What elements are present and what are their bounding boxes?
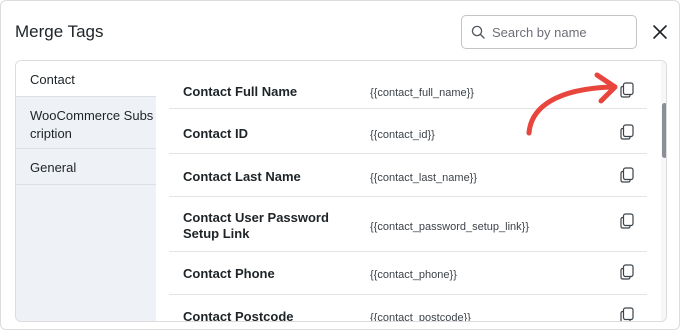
annotation-arrow-icon <box>526 72 618 136</box>
modal-title: Merge Tags <box>15 22 104 41</box>
search-box[interactable] <box>461 15 637 49</box>
merge-tags-modal: Merge Tags Contact WooCommerce Subscript… <box>0 0 680 330</box>
category-sidebar: Contact WooCommerce Subscription General <box>16 61 156 321</box>
scrollbar-thumb[interactable] <box>662 103 666 158</box>
tag-row: Contact User Password Setup Link {{conta… <box>169 197 647 252</box>
sidebar-item-label: WooCommerce Subscription <box>30 108 154 141</box>
tag-row: Contact Last Name {{contact_last_name}} <box>169 154 647 197</box>
sidebar-item-contact[interactable]: Contact <box>16 61 156 97</box>
tag-code: {{contact_full_name}} <box>370 87 474 99</box>
search-icon <box>471 25 485 39</box>
tag-name: Contact Postcode <box>183 309 294 321</box>
sidebar-item-general[interactable]: General <box>16 149 156 185</box>
tag-code: {{contact_last_name}} <box>370 172 478 184</box>
tag-name: Contact Last Name <box>183 169 301 184</box>
copy-icon[interactable] <box>620 213 634 229</box>
tag-code: {{contact_id}} <box>370 129 435 141</box>
search-input[interactable] <box>492 24 632 40</box>
copy-icon[interactable] <box>620 264 634 280</box>
tag-code: {{contact_postcode}} <box>370 312 471 321</box>
tag-name: Contact ID <box>183 126 248 141</box>
sidebar-item-woocommerce-subscription[interactable]: WooCommerce Subscription <box>16 97 156 149</box>
tag-name: Contact User Password Setup Link <box>183 210 329 241</box>
copy-icon[interactable] <box>620 167 634 183</box>
tag-name: Contact Phone <box>183 266 275 281</box>
tag-code: {{contact_password_setup_link}} <box>370 221 530 233</box>
tag-code: {{contact_phone}} <box>370 269 457 281</box>
tag-row: Contact Phone {{contact_phone}} <box>169 252 647 295</box>
close-icon[interactable] <box>652 24 668 40</box>
copy-icon[interactable] <box>620 307 634 321</box>
tag-name: Contact Full Name <box>183 84 298 99</box>
tag-row: Contact Postcode {{contact_postcode}} <box>169 295 647 321</box>
scrollbar[interactable] <box>661 61 666 321</box>
